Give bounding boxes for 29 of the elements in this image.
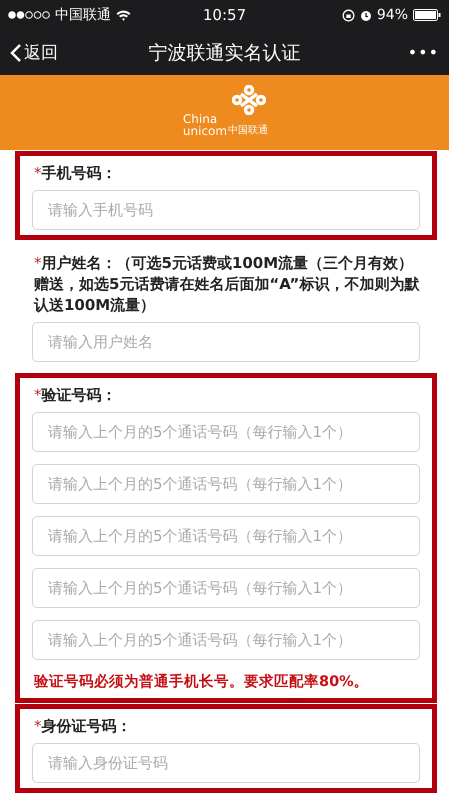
field-label: *身份证号码： xyxy=(34,716,132,737)
wifi-icon xyxy=(116,10,131,20)
battery-icon xyxy=(413,9,442,21)
more-button[interactable]: ••• xyxy=(349,43,439,62)
input-field[interactable]: 请输入上个月的5个通话号码（每行输入1个） xyxy=(32,464,420,504)
carrier-name: 中国联通 xyxy=(55,6,111,24)
field-label: *用户姓名：（可选5元话费或100M流量（三个月有效）赠送，如选5元话费请在姓名后面加“A”标识，不加则为默认送100M流量） xyxy=(34,253,420,316)
input-field[interactable]: 请输入上个月的5个通话号码（每行输入1个） xyxy=(32,568,420,608)
signal-icon xyxy=(8,11,50,19)
page-title: 宁波联通实名认证 xyxy=(148,40,302,66)
back-button[interactable]: 返回 xyxy=(10,41,100,64)
field-label: *验证号码： xyxy=(34,385,118,406)
knot-logo-icon xyxy=(232,84,266,114)
input-field[interactable]: 请输入上个月的5个通话号码（每行输入1个） xyxy=(32,620,420,660)
logo-text: unicom xyxy=(182,124,228,136)
field-label: *手机号码： xyxy=(34,163,118,184)
input-field[interactable]: 请输入手机号码 xyxy=(32,190,420,230)
input-field[interactable]: 请输入上个月的5个通话号码（每行输入1个） xyxy=(32,516,420,556)
alarm-icon xyxy=(360,8,372,22)
chevron-left-icon xyxy=(10,42,22,62)
warning-note: 验证号码必须为普通手机长号。要求匹配率80%。 xyxy=(34,672,370,691)
logo-text: China xyxy=(182,112,218,124)
battery-percent: 94% xyxy=(376,7,408,23)
logo-text: 中国联通 xyxy=(228,124,268,136)
clock-time: 10:57 xyxy=(202,6,246,24)
rotation-lock-icon xyxy=(342,8,355,22)
input-field[interactable]: 请输入上个月的5个通话号码（每行输入1个） xyxy=(32,412,420,452)
input-field[interactable]: 请输入用户姓名 xyxy=(32,322,420,362)
input-field[interactable]: 请输入身份证号码 xyxy=(32,743,420,783)
